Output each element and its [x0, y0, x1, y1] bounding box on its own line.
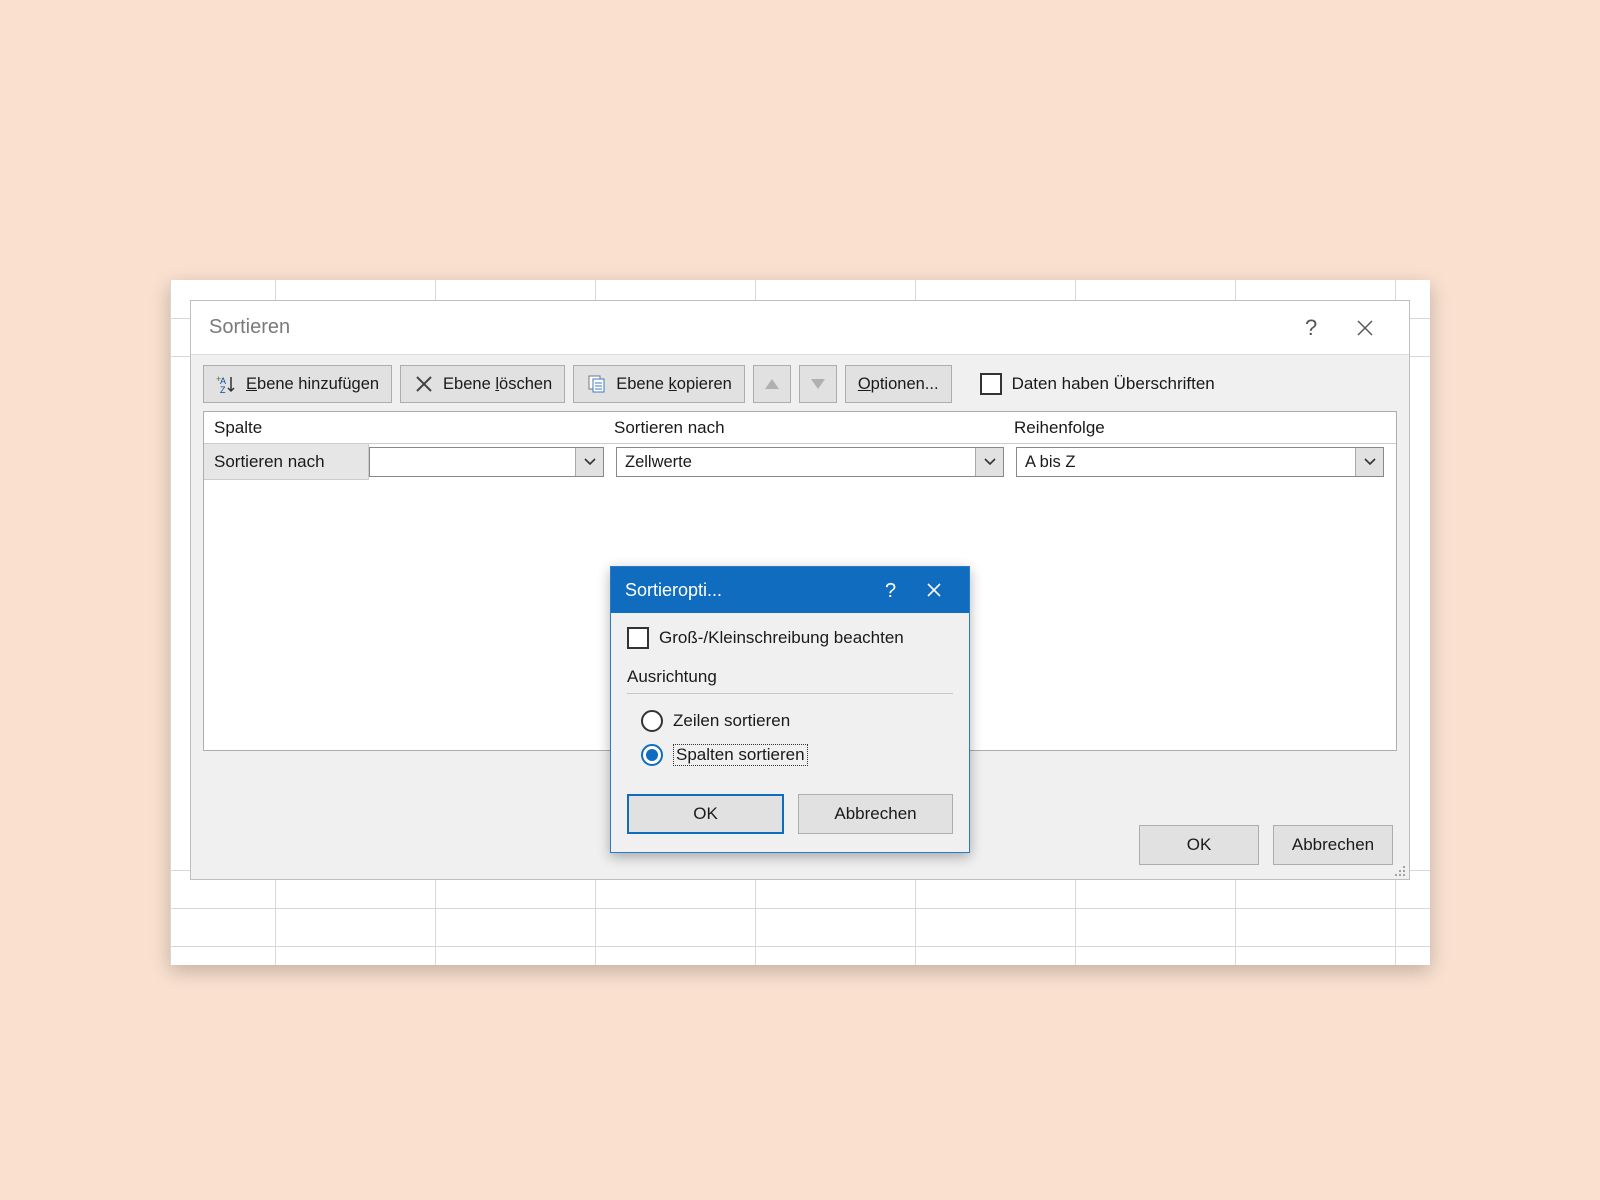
svg-text:?: ?	[885, 580, 896, 600]
header-sort-on: Sortieren nach	[604, 418, 1004, 438]
sort-rows-radio[interactable]: Zeilen sortieren	[627, 704, 953, 738]
sort-dialog-footer: OK Abbrechen	[1139, 825, 1393, 865]
cancel-button[interactable]: Abbrechen	[798, 794, 953, 834]
order-dropdown[interactable]: A bis Z	[1016, 447, 1384, 477]
chevron-down-icon	[575, 448, 603, 476]
resize-grip-icon[interactable]	[1393, 863, 1407, 877]
column-dropdown[interactable]	[369, 447, 604, 477]
radio-icon	[641, 710, 663, 732]
header-column: Spalte	[204, 418, 604, 438]
checkbox-icon	[627, 627, 649, 649]
add-sort-icon: + A Z	[216, 373, 238, 395]
close-icon[interactable]	[913, 567, 955, 613]
sort-options-dialog: Sortieropti... ? Groß-/Kleinschreibung b…	[610, 566, 970, 853]
header-order: Reihenfolge	[1004, 418, 1396, 438]
options-footer: OK Abbrechen	[611, 776, 969, 852]
has-headers-checkbox[interactable]: Daten haben Überschriften	[980, 373, 1215, 395]
cancel-button[interactable]: Abbrechen	[1273, 825, 1393, 865]
move-up-button[interactable]	[753, 365, 791, 403]
close-icon[interactable]	[1339, 308, 1391, 348]
sort-dialog-titlebar: Sortieren ?	[191, 301, 1409, 355]
ok-button[interactable]: OK	[1139, 825, 1259, 865]
radio-icon	[641, 744, 663, 766]
sort-level-row: Sortieren nach Zellwerte A bis Z	[204, 444, 1396, 480]
copy-level-button[interactable]: Ebene kopieren	[573, 365, 745, 403]
options-title: Sortieropti...	[625, 580, 871, 601]
sort-columns-radio[interactable]: Spalten sortieren	[627, 738, 953, 772]
sort-on-dropdown[interactable]: Zellwerte	[616, 447, 1004, 477]
delete-level-button[interactable]: Ebene löschen	[400, 365, 565, 403]
help-button[interactable]: ?	[1287, 308, 1339, 348]
delete-icon	[413, 373, 435, 395]
case-sensitive-checkbox[interactable]: Groß-/Kleinschreibung beachten	[627, 627, 953, 649]
ok-button[interactable]: OK	[627, 794, 784, 834]
sort-dialog-title: Sortieren	[209, 316, 1287, 339]
svg-text:?: ?	[1305, 317, 1317, 339]
svg-text:Z: Z	[220, 385, 226, 395]
orientation-label: Ausrichtung	[627, 667, 953, 687]
help-button[interactable]: ?	[871, 567, 913, 613]
row-label: Sortieren nach	[204, 444, 369, 480]
options-button[interactable]: Optionen...	[845, 365, 952, 403]
checkbox-icon	[980, 373, 1002, 395]
sort-toolbar: + A Z Ebene hinzufügen Ebene löschen	[191, 355, 1409, 411]
options-titlebar: Sortieropti... ?	[611, 567, 969, 613]
add-level-button[interactable]: + A Z Ebene hinzufügen	[203, 365, 392, 403]
copy-icon	[586, 373, 608, 395]
chevron-down-icon	[1355, 448, 1383, 476]
chevron-down-icon	[975, 448, 1003, 476]
grid-header: Spalte Sortieren nach Reihenfolge	[204, 412, 1396, 444]
move-down-button[interactable]	[799, 365, 837, 403]
